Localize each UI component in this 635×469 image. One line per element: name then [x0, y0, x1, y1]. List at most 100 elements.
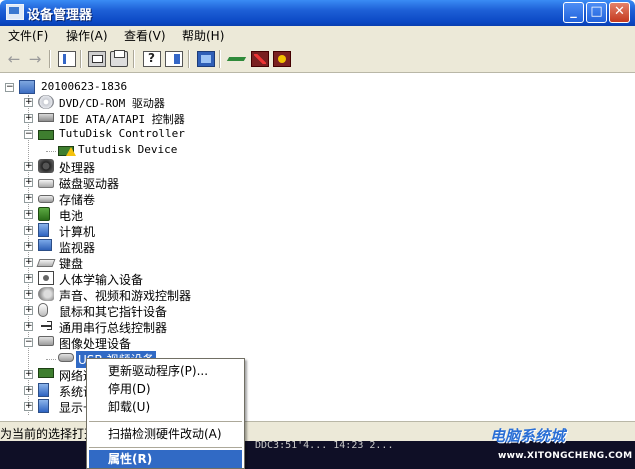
toolbar-separator	[188, 50, 190, 68]
maximize-button[interactable]: □	[586, 2, 607, 23]
tree-item-usb[interactable]: 通用串行总线控制器	[59, 319, 167, 336]
expand-toggle[interactable]: +	[24, 194, 33, 203]
menu-update-driver[interactable]: 更新驱动程序(P)...	[89, 362, 242, 380]
mouse-icon	[38, 303, 48, 317]
toolbar-separator	[133, 50, 135, 68]
menu-view[interactable]: 查看(V)	[124, 28, 166, 45]
show-hide-tree-icon[interactable]	[58, 51, 76, 67]
print-icon[interactable]	[110, 50, 128, 67]
close-button[interactable]: ✕	[609, 2, 630, 23]
show-hide-action-pane-icon[interactable]	[165, 51, 183, 67]
tree-line	[46, 359, 56, 360]
background-text: DDC3:51'4... 14:23 2...	[255, 440, 394, 451]
expand-toggle[interactable]: +	[24, 98, 33, 107]
network-icon	[38, 368, 54, 378]
tree-item-tutudisk-device[interactable]: Tutudisk Device	[78, 143, 177, 156]
menu-action[interactable]: 操作(A)	[66, 28, 108, 45]
toolbar-separator	[219, 50, 221, 68]
tree-item-ide[interactable]: IDE ATA/ATAPI 控制器	[59, 111, 185, 127]
tree-item-mouse[interactable]: 鼠标和其它指针设备	[59, 303, 167, 320]
context-menu: 更新驱动程序(P)... 停用(D) 卸载(U) 扫描检测硬件改动(A) 属性(…	[86, 358, 245, 469]
computer-root-icon	[19, 80, 35, 94]
tree-item-imaging[interactable]: 图像处理设备	[59, 335, 131, 352]
expand-toggle[interactable]: +	[24, 242, 33, 251]
expand-toggle[interactable]: +	[24, 162, 33, 171]
imaging-icon	[38, 336, 54, 346]
sound-icon	[38, 287, 54, 301]
tree-item-hid[interactable]: 人体学输入设备	[59, 271, 143, 288]
tree-item-processor[interactable]: 处理器	[59, 159, 95, 176]
tree-item-disk-drive[interactable]: 磁盘驱动器	[59, 175, 119, 192]
expand-toggle[interactable]: +	[24, 210, 33, 219]
disable-icon[interactable]	[273, 51, 291, 67]
device-manager-icon	[6, 4, 24, 20]
menu-scan-hardware[interactable]: 扫描检测硬件改动(A)	[89, 425, 242, 443]
toolbar-separator	[80, 50, 82, 68]
camera-icon	[58, 353, 74, 362]
toolbar: ← →	[0, 47, 635, 73]
help-icon[interactable]	[143, 51, 161, 67]
tree-item-monitor[interactable]: 监视器	[59, 239, 95, 256]
collapse-toggle[interactable]: −	[24, 338, 33, 347]
title-bar: 设备管理器 _ □ ✕	[0, 0, 635, 26]
warning-icon	[66, 147, 76, 156]
minimize-button[interactable]: _	[563, 2, 584, 23]
menu-separator	[89, 421, 242, 422]
tree-item-storage-volume[interactable]: 存储卷	[59, 191, 95, 208]
display-icon	[38, 399, 49, 413]
menu-file[interactable]: 文件(F)	[8, 28, 48, 45]
expand-toggle[interactable]: +	[24, 306, 33, 315]
status-text: 为当前的选择打开	[0, 427, 97, 441]
ide-controller-icon	[38, 113, 54, 122]
processor-icon	[38, 159, 54, 173]
collapse-toggle[interactable]: −	[24, 130, 33, 139]
forward-icon[interactable]: →	[26, 51, 44, 67]
expand-toggle[interactable]: +	[24, 322, 33, 331]
uninstall-icon[interactable]	[251, 51, 269, 67]
tree-item-cdrom[interactable]: DVD/CD-ROM 驱动器	[59, 95, 165, 111]
menu-disable[interactable]: 停用(D)	[89, 380, 242, 398]
expand-toggle[interactable]: +	[24, 226, 33, 235]
expand-toggle[interactable]: +	[24, 402, 33, 411]
tree-item-keyboard[interactable]: 键盘	[59, 255, 83, 272]
tree-item-battery[interactable]: 电池	[59, 207, 83, 224]
back-icon[interactable]: ←	[5, 51, 23, 67]
tree-line	[28, 95, 29, 415]
usb-icon	[38, 319, 54, 333]
window-title: 设备管理器	[27, 8, 93, 23]
scan-hardware-icon[interactable]	[197, 51, 215, 67]
update-driver-icon[interactable]	[228, 51, 246, 67]
menu-help[interactable]: 帮助(H)	[182, 28, 224, 45]
toolbar-separator	[49, 50, 51, 68]
menu-uninstall[interactable]: 卸载(U)	[89, 398, 242, 416]
disk-drive-icon	[38, 179, 54, 188]
menu-bar: 文件(F) 操作(A) 查看(V) 帮助(H)	[0, 26, 635, 48]
expand-toggle[interactable]: +	[24, 370, 33, 379]
watermark-title: 电脑系统城	[490, 427, 566, 445]
system-icon	[38, 383, 49, 397]
menu-separator	[89, 447, 242, 448]
properties-icon[interactable]	[88, 51, 106, 67]
monitor-icon	[38, 239, 52, 251]
tree-line	[46, 151, 56, 152]
expand-toggle[interactable]: +	[24, 290, 33, 299]
menu-properties[interactable]: 属性(R)	[89, 450, 242, 468]
expand-toggle[interactable]: +	[24, 114, 33, 123]
tree-root-label[interactable]: 20100623-1836	[41, 80, 127, 93]
watermark-url: www.XITONGCHENG.COM	[498, 451, 633, 461]
cdrom-icon	[38, 95, 54, 109]
expand-toggle[interactable]: +	[24, 178, 33, 187]
tree-item-tutudisk-controller[interactable]: TutuDisk Controller	[59, 127, 185, 140]
expand-toggle[interactable]: +	[24, 258, 33, 267]
collapse-toggle[interactable]: −	[5, 83, 14, 92]
battery-icon	[38, 207, 50, 221]
computer-icon	[38, 223, 49, 237]
disk-controller-icon	[38, 130, 54, 140]
expand-toggle[interactable]: +	[24, 274, 33, 283]
tree-item-computer[interactable]: 计算机	[59, 223, 95, 240]
storage-volume-icon	[38, 195, 54, 203]
expand-toggle[interactable]: +	[24, 386, 33, 395]
watermark: 电脑系统城 www.XITONGCHENG.COM	[478, 425, 635, 469]
keyboard-icon	[36, 259, 56, 267]
tree-item-sound[interactable]: 声音、视频和游戏控制器	[59, 287, 191, 304]
